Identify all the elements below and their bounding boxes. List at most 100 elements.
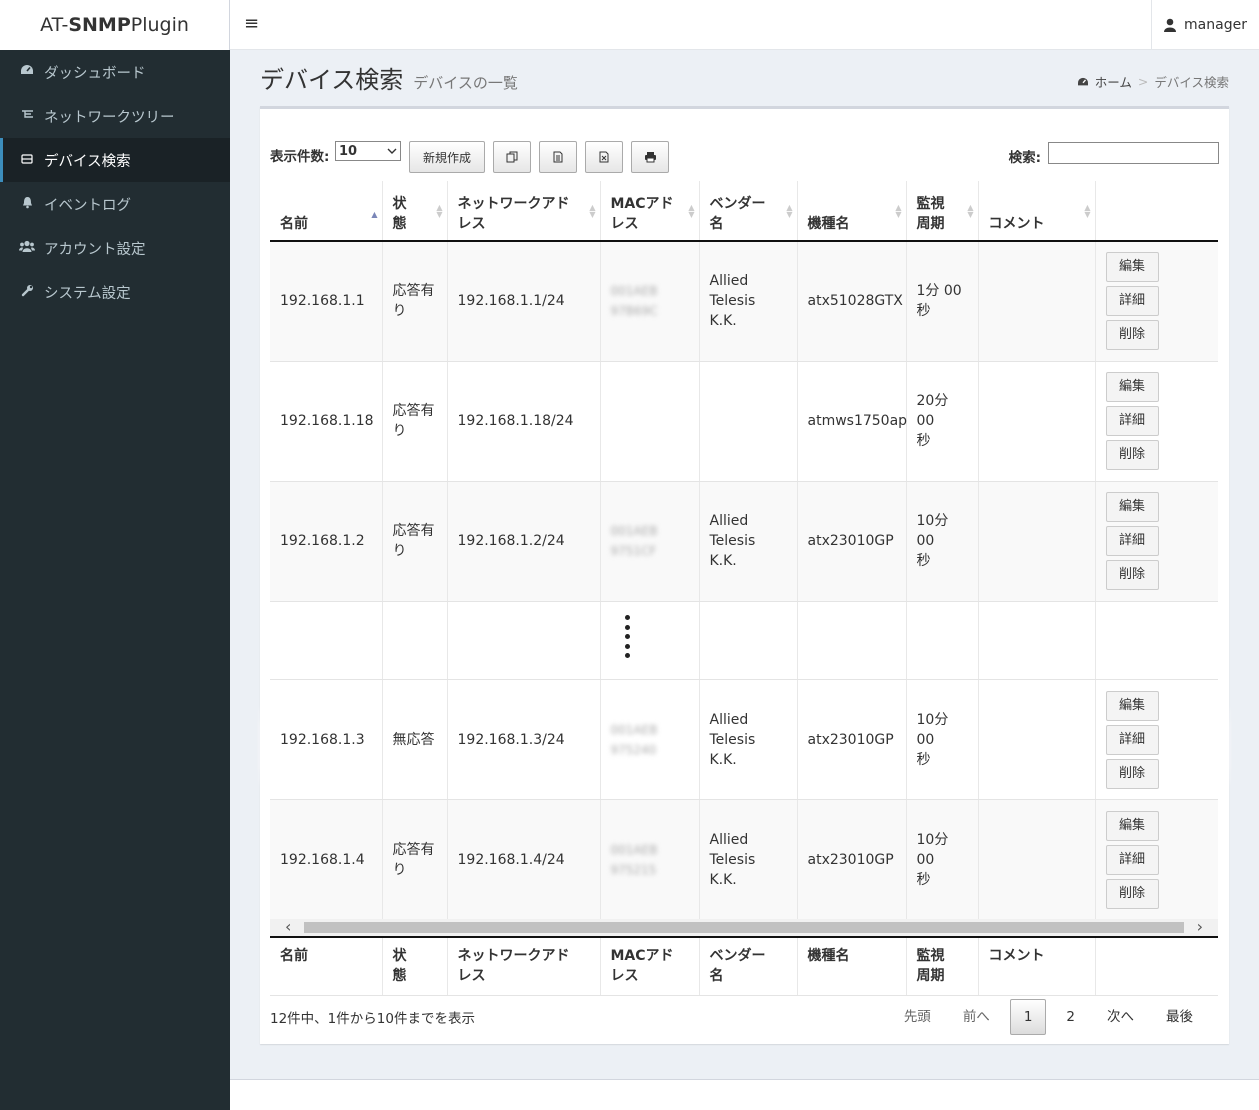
column-header[interactable]: ベンダー名 ▲ ▼ [699, 181, 798, 242]
cell-vendor: Allied Telesis K.K. [699, 799, 798, 920]
print-button[interactable] [631, 141, 669, 173]
new-button[interactable]: 新規作成 [409, 141, 485, 173]
cell-period-text: 秒 [916, 871, 931, 888]
column-header[interactable]: 名前 ▲ [270, 181, 383, 242]
column-header-label: ベンダー [709, 948, 766, 964]
page-footer [230, 1079, 1259, 1110]
sort-icon: ▲ ▼ [436, 203, 443, 219]
user-icon [1164, 18, 1177, 32]
column-header[interactable]: 監視 周期 ▲ ▼ [906, 181, 979, 242]
brand-logo[interactable]: AT- SNMP Plugin [0, 0, 230, 50]
chevron-down-icon [387, 148, 397, 154]
page-prev[interactable]: 前へ [947, 1000, 1006, 1034]
cell-network: 192.168.1.4/24 [447, 799, 601, 920]
cell-vendor-text: Allied [709, 273, 749, 290]
column-header-label: 状 [392, 948, 407, 964]
edit-button[interactable]: 編集 [1105, 252, 1159, 283]
column-header[interactable]: ベンダー名 [699, 936, 798, 996]
column-header[interactable]: コメント [978, 936, 1096, 996]
cell-actions: 編集 詳細 削除 [1095, 361, 1218, 482]
delete-button[interactable]: 削除 [1105, 758, 1159, 789]
scroll-left-icon[interactable]: ‹ [285, 917, 291, 936]
detail-button[interactable]: 詳細 [1105, 844, 1159, 875]
device-icon [19, 153, 35, 168]
column-header-label: 名 [709, 968, 724, 984]
cell-model-text: atx23010GP [807, 731, 894, 748]
sidebar-item-account-settings[interactable]: アカウント設定 [0, 226, 230, 270]
user-menu[interactable]: manager [1151, 0, 1259, 50]
cell-model-text: atmws1750ap [807, 413, 908, 429]
cell-vendor: Allied Telesis K.K. [699, 679, 798, 800]
scrollbar-thumb[interactable] [304, 922, 1184, 933]
excel-button[interactable] [585, 141, 623, 173]
cell-mac [600, 361, 700, 482]
page-first[interactable]: 先頭 [888, 1000, 947, 1034]
search-input[interactable] [1048, 142, 1219, 164]
detail-button[interactable]: 詳細 [1105, 724, 1159, 755]
column-header[interactable]: 機種名 [797, 936, 907, 996]
column-header[interactable]: MACアド レス ▲ ▼ [600, 181, 700, 242]
sidebar-item-system-settings[interactable]: システム設定 [0, 270, 230, 314]
copy-button[interactable] [493, 141, 531, 173]
cell-actions: 編集 詳細 削除 [1095, 481, 1218, 602]
delete-button[interactable]: 削除 [1105, 878, 1159, 909]
cell-period-text: 10分 00 [916, 831, 949, 868]
cell-name: 192.168.1.18 [270, 361, 383, 482]
column-header[interactable]: ネットワークアド レス ▲ ▼ [447, 181, 601, 242]
sidebar-item-event-log[interactable]: イベントログ [0, 182, 230, 226]
detail-button[interactable]: 詳細 [1105, 526, 1159, 556]
print-icon [644, 152, 656, 163]
cell-actions: 編集 詳細 削除 [1095, 799, 1218, 920]
cell-model-text: atx51028GTX [807, 293, 903, 310]
page-next[interactable]: 次へ [1091, 1000, 1150, 1034]
detail-button[interactable]: 詳細 [1105, 406, 1159, 436]
column-header[interactable]: ネットワークアド レス [447, 936, 601, 996]
sort-icon: ▲ ▼ [895, 203, 902, 219]
edit-button[interactable]: 編集 [1105, 372, 1159, 402]
page-2[interactable]: 2 [1050, 1000, 1091, 1034]
cell-status-text: 無応答 [392, 731, 435, 748]
horizontal-scrollbar[interactable]: ‹ › [270, 917, 1218, 936]
cell-model: atx23010GP [797, 481, 907, 602]
cell-comment [978, 361, 1096, 482]
sidebar-item-device-search[interactable]: デバイス検索 [0, 138, 230, 182]
edit-button[interactable]: 編集 [1105, 690, 1159, 721]
cell-status-text: 応答有 [392, 403, 435, 419]
column-header-label: MACアド [610, 948, 674, 964]
cell-network-text: 192.168.1.18/24 [457, 413, 574, 429]
dashboard-icon [1077, 77, 1088, 85]
cell-vendor: Allied Telesis K.K. [699, 481, 798, 602]
delete-button[interactable]: 削除 [1105, 320, 1159, 351]
length-select[interactable]: 10 [335, 141, 401, 161]
device-list-box: 表示件数: 10 新規作成 検索: 名前 ▲ 状態 ▲ ▼ ネットワークアド レス ▲ ▼ MAC… [260, 106, 1229, 1044]
delete-button[interactable]: 削除 [1105, 440, 1159, 470]
breadcrumb-home[interactable]: ホーム [1095, 72, 1132, 91]
device-table: 名前 ▲ 状態 ▲ ▼ ネットワークアド レス ▲ ▼ MACアド レス ▲ ▼ ベンダー名 ▲ ▼ 機種名 ▲ ▼… [270, 181, 1218, 722]
table-footer-wrapper: 名前状態ネットワークアド レス MACアド レス ベンダー名機種名 監視 周期 コメント [270, 936, 1218, 996]
table-controls: 表示件数: 10 新規作成 検索: [270, 139, 1219, 175]
cell-mac: 001AEB 9751CF [600, 481, 700, 602]
cell-mac-text: 97B69C [610, 304, 658, 319]
edit-button[interactable]: 編集 [1105, 810, 1159, 841]
table-row: 192.168.1.2 応答有り 192.168.1.2/24 001AEB 9751C… [270, 481, 1218, 602]
menu-toggle-icon[interactable]: ≡ [244, 13, 259, 34]
csv-button[interactable] [539, 141, 577, 173]
edit-button[interactable]: 編集 [1105, 492, 1159, 522]
page-last[interactable]: 最後 [1150, 1000, 1209, 1034]
column-header[interactable]: 名前 [270, 936, 383, 996]
column-header[interactable]: コメント ▲ ▼ [978, 181, 1096, 242]
column-header[interactable]: 監視 周期 [906, 936, 979, 996]
sidebar-item-network-tree[interactable]: ネットワークツリー [0, 94, 230, 138]
cell-mac-text: 975240 [610, 742, 657, 757]
cell-status: 応答有り [382, 799, 448, 920]
sidebar-item-dashboard[interactable]: ダッシュボード [0, 50, 230, 94]
column-header[interactable]: 状態 ▲ ▼ [382, 181, 448, 242]
column-header[interactable]: MACアド レス [600, 936, 700, 996]
detail-button[interactable]: 詳細 [1105, 286, 1159, 317]
cell-mac-text: 001AEB [610, 842, 658, 857]
column-header[interactable]: 状態 [382, 936, 448, 996]
column-header[interactable]: 機種名 ▲ ▼ [797, 181, 907, 242]
page-1[interactable]: 1 [1009, 999, 1047, 1035]
scroll-right-icon[interactable]: › [1197, 917, 1203, 936]
delete-button[interactable]: 削除 [1105, 560, 1159, 590]
